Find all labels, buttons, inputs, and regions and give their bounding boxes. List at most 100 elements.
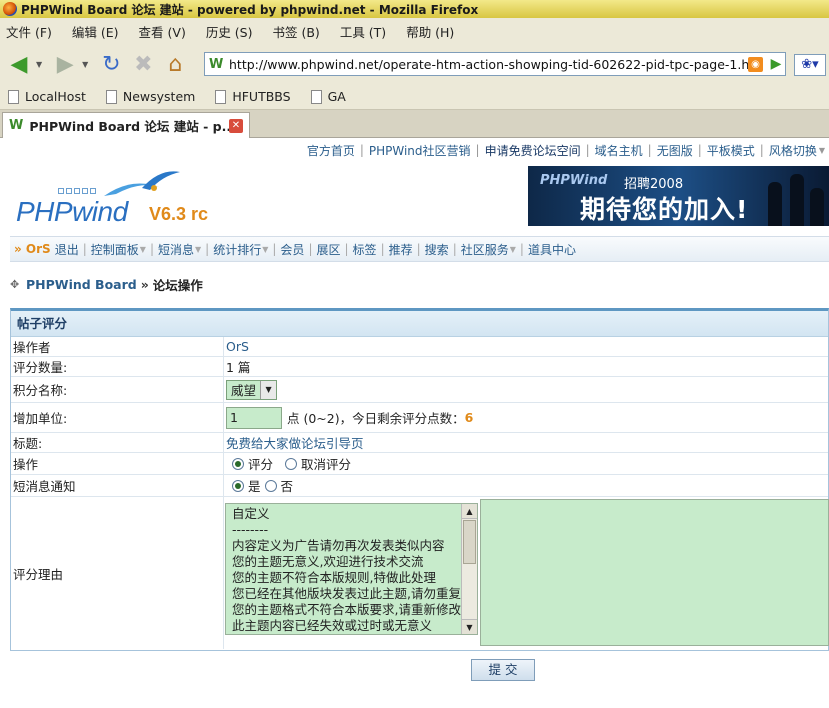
reason-option[interactable]: 您的主题不符合本版规则,特做此处理 — [226, 570, 477, 586]
listbox-scrollbar[interactable]: ▲ ▼ — [461, 504, 477, 634]
firefox-icon — [3, 2, 17, 16]
link-marketing[interactable]: PHPWind社区营销 — [369, 142, 471, 159]
tab-title: PHPWind Board 论坛 建站 - p... — [29, 119, 236, 134]
site-logo[interactable]: PHPwind V6.3 rc — [14, 166, 244, 236]
breadcrumb-board[interactable]: PHPWind Board — [26, 277, 137, 292]
reason-option[interactable]: 您已经在其他版块发表过此主题,请勿重复 — [226, 586, 477, 602]
reason-option[interactable]: 您的主题无意义,欢迎进行技术交流 — [226, 554, 477, 570]
logo-wordmark: PHPwind — [16, 196, 128, 227]
menu-history[interactable]: 历史 (S) — [206, 22, 253, 41]
forward-dropdown-icon[interactable]: ▼ — [82, 60, 88, 69]
address-bar[interactable]: W http://www.phpwind.net/operate-htm-act… — [204, 52, 786, 76]
operator-value[interactable]: OrS — [226, 339, 249, 354]
menu-file[interactable]: 文件 (F) — [6, 22, 52, 41]
nav-recommend[interactable]: 推荐 — [389, 241, 413, 258]
action-label: 操作 — [11, 453, 224, 474]
bookmark-localhost[interactable]: LocalHost — [8, 89, 86, 104]
forward-icon[interactable]: ▶ — [50, 49, 80, 79]
nav-search[interactable]: 搜索 — [425, 241, 449, 258]
credit-select[interactable]: 威望 ▼ — [226, 379, 278, 400]
home-icon[interactable]: ⌂ — [160, 49, 190, 79]
nav-control-panel[interactable]: 控制面板 — [91, 241, 139, 258]
menu-help[interactable]: 帮助 (H) — [406, 22, 454, 41]
reason-option[interactable]: -------- — [226, 522, 477, 538]
scroll-up-icon[interactable]: ▲ — [462, 504, 477, 519]
back-dropdown-icon[interactable]: ▼ — [36, 60, 42, 69]
bookmark-ga[interactable]: GA — [310, 89, 346, 104]
menu-view[interactable]: 查看 (V) — [139, 22, 186, 41]
breadcrumb: ✥ PHPWind Board » 论坛操作 — [10, 275, 203, 293]
link-domain[interactable]: 域名主机 — [595, 142, 643, 159]
reason-option[interactable]: 您的主题格式不符合本版要求,请重新修改 — [226, 602, 477, 618]
unit-label: 增加单位: — [11, 403, 224, 432]
notify-no-label: 否 — [280, 479, 294, 494]
nav-members[interactable]: 会员 — [280, 241, 304, 258]
reason-listbox[interactable]: 自定义 -------- 内容定义为广告请勿再次发表类似内容 您的主题无意义,欢… — [225, 503, 478, 635]
nav-stats[interactable]: 统计排行 — [213, 241, 261, 258]
row-credit: 积分名称: 威望 ▼ — [11, 377, 828, 403]
chevron-down-icon[interactable]: ▼ — [260, 380, 277, 399]
row-notify: 短消息通知 是 否 — [11, 475, 828, 497]
row-reason: 评分理由 自定义 -------- 内容定义为广告请勿再次发表类似内容 您的主题… — [11, 497, 829, 649]
page-icon — [105, 89, 117, 104]
nav-messages[interactable]: 短消息 — [158, 241, 194, 258]
go-icon[interactable]: ▶ — [767, 55, 785, 73]
nav-props-center[interactable]: 道具中心 — [528, 241, 576, 258]
thread-title-link[interactable]: 免费给大家做论坛引导页 — [226, 433, 364, 452]
banner-slogan: 期待您的加入! — [580, 195, 749, 224]
nav-services[interactable]: 社区服务 — [461, 241, 509, 258]
nav-logout[interactable]: 退出 — [55, 241, 79, 258]
row-action: 操作 评分 取消评分 — [11, 453, 828, 475]
chevron-down-icon: ▼ — [262, 244, 269, 254]
credit-label: 积分名称: — [11, 377, 224, 402]
count-label: 评分数量: — [11, 357, 224, 376]
chevron-down-icon: ▼ — [818, 145, 825, 155]
row-operator: 操作者 OrS — [11, 337, 828, 357]
scroll-down-icon[interactable]: ▼ — [462, 619, 477, 634]
unit-input[interactable]: 1 — [226, 406, 282, 429]
bookmark-newsystem[interactable]: Newsystem — [105, 89, 195, 104]
credit-selected: 威望 — [231, 383, 257, 398]
link-style-switch[interactable]: 风格切换 — [769, 142, 817, 159]
navigation-toolbar: ◀ ▼ ▶ ▼ ↻ ✖ ⌂ W http://www.phpwind.net/o… — [0, 44, 829, 84]
reason-option[interactable]: 此主题内容已经失效或过时或无意义 — [226, 618, 477, 634]
link-apply-space[interactable]: 申请免费论坛空间 — [485, 142, 581, 159]
panel-title: 帖子评分 — [11, 311, 828, 337]
back-icon[interactable]: ◀ — [4, 49, 34, 79]
link-home[interactable]: 官方首页 — [307, 142, 355, 159]
title-label: 标题: — [11, 433, 224, 452]
menu-bar: 文件 (F) 编辑 (E) 查看 (V) 历史 (S) 书签 (B) 工具 (T… — [0, 18, 829, 44]
nav-username[interactable]: » OrS — [14, 242, 51, 256]
submit-button[interactable]: 提 交 — [471, 659, 535, 681]
scroll-thumb[interactable] — [463, 520, 476, 564]
reason-option[interactable]: 自定义 — [226, 506, 477, 522]
nav-tags[interactable]: 标签 — [353, 241, 377, 258]
address-url[interactable]: http://www.phpwind.net/operate-htm-actio… — [229, 57, 748, 72]
unit-hint: 点 (0~2)，今日剩余评分点数： — [287, 411, 465, 426]
link-noimg[interactable]: 无图版 — [657, 142, 693, 159]
stop-icon[interactable]: ✖ — [128, 49, 158, 79]
reason-textarea[interactable] — [480, 499, 829, 646]
radio-rate[interactable] — [232, 457, 244, 470]
search-engine-icon[interactable]: ❀▾ — [794, 54, 826, 76]
menu-edit[interactable]: 编辑 (E) — [72, 22, 119, 41]
radio-notify-no[interactable] — [264, 479, 277, 492]
rss-icon[interactable]: ◉ — [748, 56, 763, 72]
notify-label: 短消息通知 — [11, 475, 224, 496]
chevron-down-icon: ▼ — [139, 244, 146, 254]
menu-tools[interactable]: 工具 (T) — [340, 22, 386, 41]
menu-bookmarks[interactable]: 书签 (B) — [273, 22, 320, 41]
radio-cancel-rate[interactable] — [285, 457, 298, 470]
page-icon — [310, 89, 322, 104]
reload-icon[interactable]: ↻ — [96, 49, 126, 79]
link-flat-mode[interactable]: 平板模式 — [707, 142, 755, 159]
close-tab-icon[interactable]: ✕ — [229, 119, 243, 133]
main-nav: » OrS 退出 | 控制面板 ▼ | 短消息 ▼ | 统计排行 ▼ | 会员 | 展区 | 标签… — [10, 236, 829, 262]
bookmark-hfutbbs[interactable]: HFUTBBS — [215, 89, 291, 104]
recruit-banner[interactable]: PHPWind 招聘2008 期待您的加入! — [528, 166, 829, 226]
silhouette-figure — [790, 174, 804, 226]
tab-phpwind[interactable]: W PHPWind Board 论坛 建站 - p... ✕ — [2, 112, 250, 138]
nav-exhibit[interactable]: 展区 — [316, 241, 340, 258]
radio-notify-yes[interactable] — [232, 479, 244, 492]
reason-option[interactable]: 内容定义为广告请勿再次发表类似内容 — [226, 538, 477, 554]
